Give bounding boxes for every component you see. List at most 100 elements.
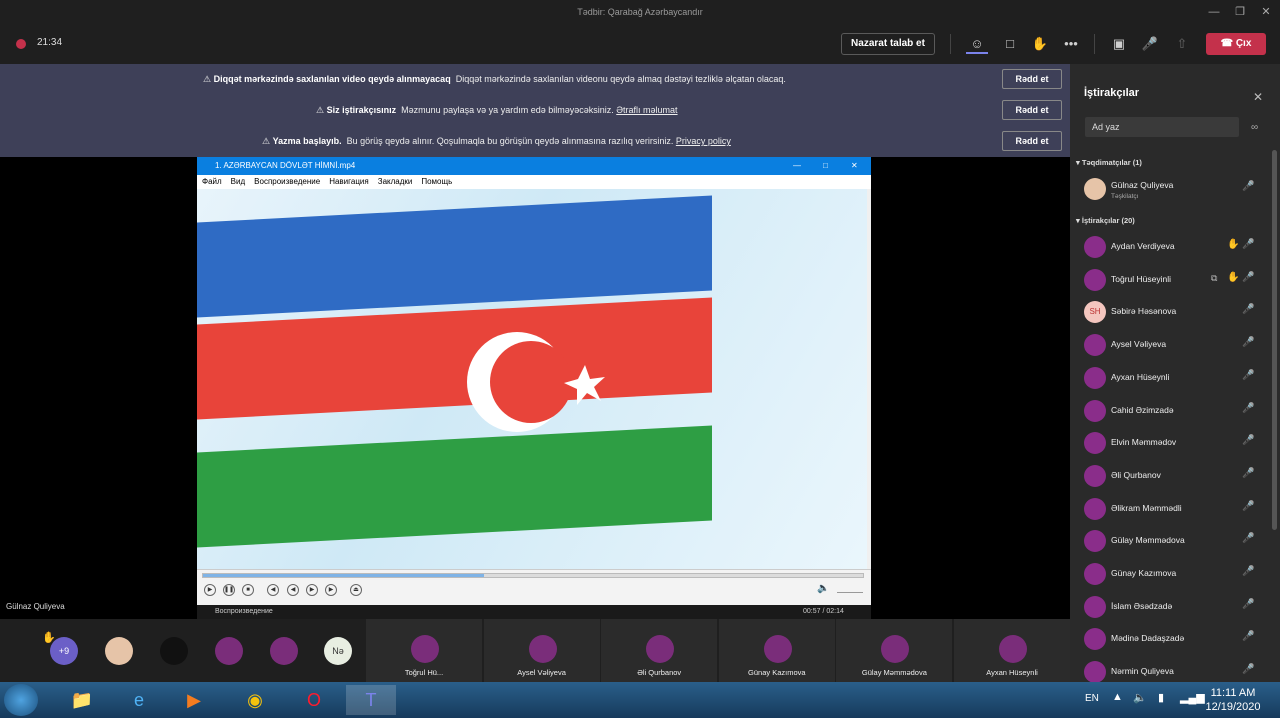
avatar[interactable] <box>160 637 188 665</box>
avatar[interactable] <box>105 637 133 665</box>
player-title: 1. AZƏRBAYCAN DÖVLƏT HİMNİ.mp4 <box>215 161 356 170</box>
next-icon[interactable]: ▶ <box>325 584 337 596</box>
menu-bookmarks[interactable]: Закладки <box>378 177 413 186</box>
avatar[interactable] <box>270 637 298 665</box>
forward-icon[interactable]: ▶ <box>306 584 318 596</box>
participant-row[interactable]: Əlikram Məmmədli 🎤 <box>1070 493 1276 525</box>
banner-title: Diqqət mərkəzində saxlanılan video qeydə… <box>213 74 451 84</box>
participant-row[interactable]: Aysel Vəliyeva 🎤 <box>1070 329 1276 361</box>
participant-row[interactable]: Mədinə Dadaşzadə 🎤 <box>1070 623 1276 655</box>
maximize-icon[interactable]: □ <box>823 157 828 175</box>
volume-icon[interactable]: 🔈 <box>817 583 829 594</box>
play-icon[interactable]: ▶ <box>204 584 216 596</box>
warning-icon: ⚠ <box>316 105 325 115</box>
tile-name: Gülay Məmmədova <box>861 668 927 677</box>
participant-tile[interactable]: Ayxan Hüseynli <box>954 619 1070 682</box>
player-titlebar: 1. AZƏRBAYCAN DÖVLƏT HİMNİ.mp4 — □ ✕ <box>197 157 871 175</box>
search-input[interactable]: Ad yaz <box>1085 117 1239 137</box>
minimize-icon[interactable]: — <box>1200 0 1228 24</box>
share-tray-icon[interactable]: ⇧ <box>1171 34 1193 54</box>
internet-explorer-icon[interactable]: e <box>117 685 161 715</box>
dismiss-button[interactable]: Rədd et <box>1002 69 1062 89</box>
avatar <box>1084 236 1106 258</box>
avatar[interactable] <box>215 637 243 665</box>
close-window-icon[interactable]: ✕ <box>1252 0 1280 24</box>
mic-off-icon[interactable]: 🎤 <box>1139 34 1161 54</box>
pause-icon[interactable]: ❚❚ <box>223 584 235 596</box>
mic-off-icon: 🎤 <box>1242 402 1255 414</box>
scrollbar[interactable] <box>1272 150 1277 530</box>
menu-help[interactable]: Помощь <box>421 177 452 186</box>
participant-name: Gülay Məmmədova <box>1111 535 1185 546</box>
participant-name: Əli Qurbanov <box>1111 469 1161 480</box>
teams-icon[interactable]: T <box>346 685 396 715</box>
overflow-avatar[interactable]: +9 <box>50 637 78 665</box>
minimize-icon[interactable]: — <box>793 157 801 175</box>
seek-bar[interactable] <box>202 573 864 578</box>
chat-icon[interactable]: □ <box>999 34 1021 54</box>
menu-navigation[interactable]: Навигация <box>329 177 369 186</box>
privacy-policy-link[interactable]: Privacy policy <box>676 136 731 146</box>
participant-row[interactable]: Gülay Məmmədova 🎤 <box>1070 525 1276 557</box>
participant-tile[interactable]: Günay Kazımova <box>718 619 835 682</box>
dismiss-button[interactable]: Rədd et <box>1002 131 1062 151</box>
shared-screen: 1. AZƏRBAYCAN DÖVLƏT HİMNİ.mp4 — □ ✕ Фай… <box>0 157 1070 619</box>
stop-icon[interactable]: ■ <box>242 584 254 596</box>
restore-icon[interactable]: ❐ <box>1226 0 1254 24</box>
request-control-button[interactable]: Nazarat talab et <box>841 33 935 55</box>
presenter-row[interactable]: Gülnaz Quliyeva Təşkilatçı 🎤 <box>1070 173 1276 205</box>
participant-tile[interactable]: Toğrul Hü... <box>366 619 482 682</box>
avatar-initials[interactable]: Nə <box>324 637 352 665</box>
participant-row[interactable]: Günay Kazımova 🎤 <box>1070 558 1276 590</box>
participant-tile[interactable]: Gülay Məmmədova <box>836 619 953 682</box>
participant-row[interactable]: Cahid Əzimzadə 🎤 <box>1070 395 1276 427</box>
chrome-icon[interactable]: ◉ <box>233 685 277 715</box>
participants-icon[interactable]: ☺ <box>966 34 988 54</box>
seek-progress <box>203 574 484 577</box>
menu-view[interactable]: Вид <box>231 177 245 186</box>
camera-off-icon[interactable]: ▣ <box>1108 34 1130 54</box>
rewind-icon[interactable]: ◀ <box>287 584 299 596</box>
presenters-header[interactable]: ▾ Təqdimatçılar (1) <box>1076 158 1142 167</box>
previous-icon[interactable]: ◀ <box>267 584 279 596</box>
participant-row[interactable]: Toğrul Hüseyinli ⧉ ✋ 🎤 <box>1070 264 1276 296</box>
more-actions-icon[interactable]: ••• <box>1060 34 1082 54</box>
recording-icon <box>16 39 26 49</box>
participant-row[interactable]: Elvin Məmmədov 🎤 <box>1070 427 1276 459</box>
avatar <box>999 635 1027 663</box>
raise-hand-icon[interactable]: ✋ <box>1029 34 1051 54</box>
participant-name: Mədinə Dadaşzadə <box>1111 633 1185 644</box>
participant-row[interactable]: Aydan Verdiyeva ✋ 🎤 <box>1070 231 1276 263</box>
avatar <box>1084 399 1106 422</box>
learn-more-link[interactable]: Ətraflı məlumat <box>616 105 677 115</box>
mic-off-icon: 🎤 <box>1242 467 1255 479</box>
dismiss-button[interactable]: Rədd et <box>1002 100 1062 120</box>
participant-row[interactable]: Əli Qurbanov 🎤 <box>1070 460 1276 492</box>
tray-arrow-icon[interactable]: ▲ <box>1112 691 1123 703</box>
participant-tile[interactable]: Aysel Vəliyeva <box>483 619 600 682</box>
menu-playback[interactable]: Воспроизведение <box>254 177 320 186</box>
language-indicator[interactable]: EN <box>1085 693 1099 704</box>
battery-icon[interactable]: ▮ <box>1158 691 1164 704</box>
volume-slider[interactable] <box>837 592 863 593</box>
attendees-header[interactable]: ▾ İştirakçılar (20) <box>1076 216 1135 225</box>
avatar <box>646 635 675 663</box>
link-icon[interactable]: ∞ <box>1251 122 1258 133</box>
open-icon[interactable]: ⏏ <box>350 584 362 596</box>
mic-off-icon: 🎤 <box>1242 304 1255 316</box>
opera-icon[interactable]: O <box>292 685 336 715</box>
file-explorer-icon[interactable]: 📁 <box>60 685 104 715</box>
participant-row[interactable]: İslam Əsədzadə 🎤 <box>1070 591 1276 623</box>
participant-row[interactable]: Ayxan Hüseynli 🎤 <box>1070 362 1276 394</box>
participant-tile[interactable]: Əli Qurbanov <box>601 619 718 682</box>
close-icon[interactable]: ✕ <box>851 157 858 175</box>
menu-file[interactable]: Файл <box>202 177 222 186</box>
volume-icon[interactable]: 🔈 <box>1133 691 1147 704</box>
close-icon[interactable]: ✕ <box>1253 90 1263 104</box>
clock[interactable]: 11:11 AM 12/19/2020 <box>1200 686 1266 714</box>
participant-name: İslam Əsədzadə <box>1111 600 1173 611</box>
participant-row[interactable]: SH Səbirə Həsənova 🎤 <box>1070 296 1276 328</box>
leave-button[interactable]: ☎ Çıx <box>1206 33 1266 55</box>
start-button[interactable] <box>4 684 38 716</box>
media-player-icon[interactable]: ▶ <box>172 685 216 715</box>
